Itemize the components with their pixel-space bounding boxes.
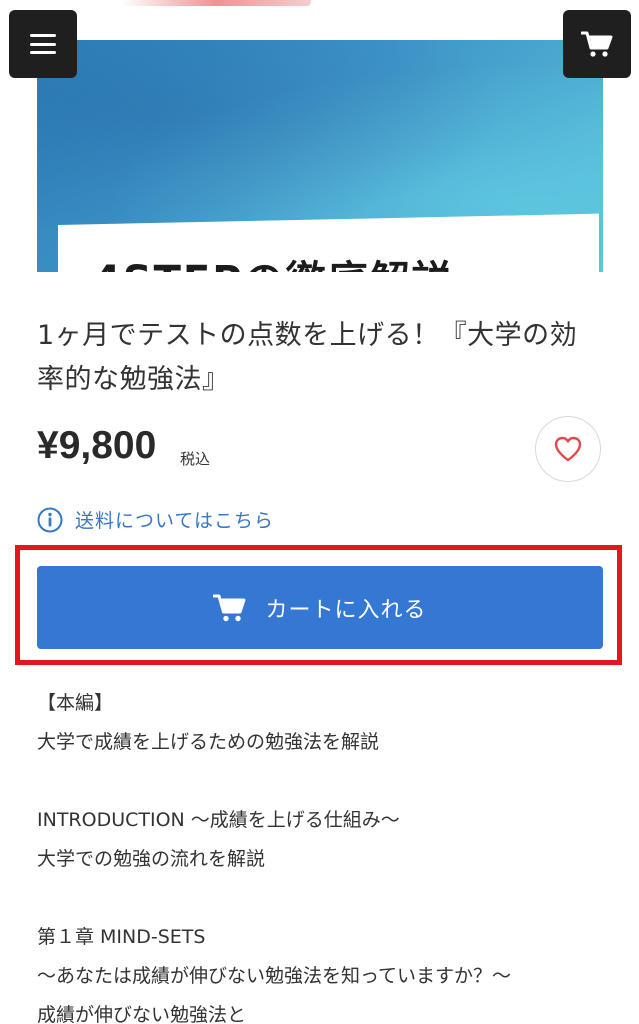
description-blank-line: [37, 762, 603, 801]
heart-outline-icon: [554, 436, 582, 462]
add-to-cart-label: カートに入れる: [265, 597, 427, 623]
shipping-info-link[interactable]: 送料についてはこちら: [37, 506, 274, 533]
description-line: 大学での勉強の流れを解説: [37, 848, 266, 870]
info-icon: [37, 507, 63, 533]
tax-included-label: 税込: [180, 450, 211, 468]
description-line: 第１章 MIND-SETS: [37, 926, 206, 948]
description-line: 【本編】: [37, 692, 114, 714]
favorite-button[interactable]: [535, 416, 601, 482]
add-to-cart-button[interactable]: カートに入れる: [37, 566, 603, 649]
image-top-strip: [37, 0, 603, 40]
shopping-cart-icon: [213, 594, 246, 621]
shopping-cart-icon: [581, 31, 613, 57]
image-red-text-fragment: [121, 0, 311, 6]
image-caption-text: 4STEPの徹底解説: [93, 248, 454, 272]
description-line: 大学で成績を上げるための勉強法を解説: [37, 731, 380, 753]
shipping-info-text: 送料についてはこちら: [75, 510, 275, 532]
hamburger-menu-icon: [30, 34, 56, 54]
product-title: 1ヶ月でテストの点数を上げる！『大学の効率的な勉強法』: [37, 320, 578, 395]
description-blank-line: [37, 879, 603, 918]
product-price: ¥9,800: [37, 424, 157, 467]
product-description: 【本編】 大学で成績を上げるための勉強法を解説 INTRODUCTION 〜成績…: [37, 684, 603, 1024]
product-page: 4STEPの徹底解説 1ヶ月でテストの点数を上げる！『大学の効率的な勉強法』 ¥…: [0, 0, 639, 1024]
description-line: 〜あなたは成績が伸びない勉強法を知っていますか？〜: [37, 965, 512, 987]
cart-button[interactable]: [563, 10, 631, 78]
menu-button[interactable]: [9, 10, 77, 78]
description-line: 成績が伸びない勉強法と: [37, 1004, 247, 1024]
image-caption-clip: 4STEPの徹底解説: [37, 230, 603, 272]
description-line: INTRODUCTION 〜成績を上げる仕組み〜: [37, 809, 400, 831]
